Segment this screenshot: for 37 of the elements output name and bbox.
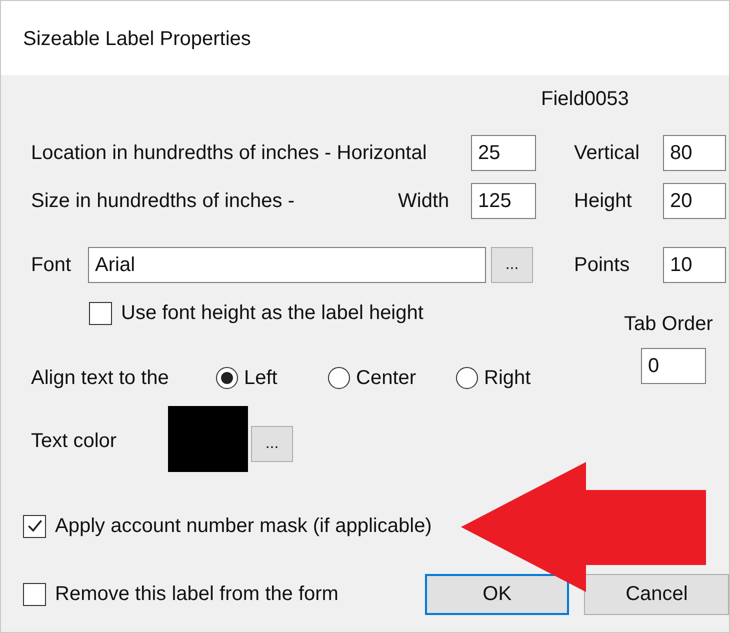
size-label: Size in hundredths of inches - (31, 190, 296, 212)
checkbox-label: Remove this label from the form (55, 583, 338, 606)
checkbox[interactable] (89, 302, 112, 325)
width-field[interactable]: 125 (471, 183, 536, 219)
font-browse-button[interactable]: ... (491, 247, 533, 283)
text-color-label: Text color (31, 430, 118, 453)
points-label: Points (574, 254, 631, 276)
radio-button[interactable] (328, 367, 350, 389)
check-icon (26, 517, 44, 535)
location-label: Location in hundredths of inches - Horizontal (31, 142, 428, 164)
radio-label: Right (484, 366, 531, 390)
checkbox-label: Use font height as the label height (121, 302, 424, 325)
color-browse-button[interactable]: ... (251, 426, 293, 462)
field-name: Field0053 (541, 88, 629, 110)
width-label: Width (398, 190, 450, 212)
ok-button[interactable]: OK (424, 574, 570, 615)
radio-button[interactable] (216, 367, 238, 389)
vertical-label: Vertical (574, 142, 641, 164)
vertical-field[interactable]: 80 (663, 135, 726, 171)
checkbox[interactable] (23, 514, 46, 538)
radio-button[interactable] (456, 367, 478, 389)
points-field[interactable]: 10 (663, 247, 726, 283)
tab-order-label: Tab Order (624, 313, 713, 336)
align-label: Align text to the (31, 366, 170, 390)
height-field[interactable]: 20 (663, 183, 726, 219)
tab-order-field[interactable]: 0 (641, 348, 706, 384)
checkbox-label: Apply account number mask (if applicable) (55, 514, 432, 538)
font-label: Font (31, 254, 72, 276)
checkbox[interactable] (23, 583, 46, 606)
radio-label: Center (356, 366, 416, 390)
font-field[interactable]: Arial (88, 247, 486, 283)
horizontal-field[interactable]: 25 (471, 135, 536, 171)
cancel-button[interactable]: Cancel (584, 574, 729, 615)
window-title: Sizeable Label Properties (23, 28, 251, 50)
radio-label: Left (244, 366, 278, 390)
color-swatch[interactable] (168, 406, 248, 472)
height-label: Height (574, 190, 633, 212)
